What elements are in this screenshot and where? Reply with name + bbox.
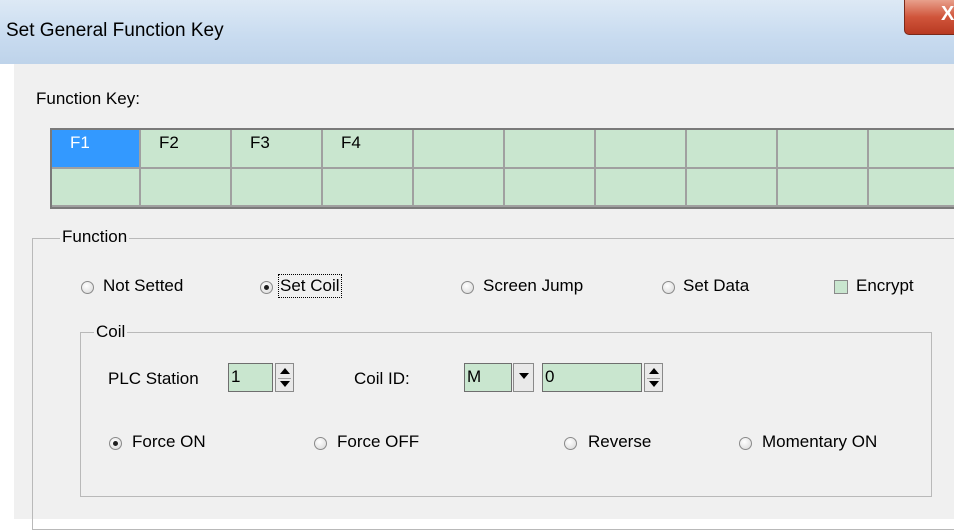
key-cell-empty[interactable]: [414, 168, 505, 207]
key-cell-f2[interactable]: F2: [141, 130, 232, 169]
window-title: Set General Function Key: [6, 20, 224, 41]
key-cell-f4[interactable]: F4: [323, 130, 414, 169]
key-cell-empty[interactable]: [141, 168, 232, 207]
key-cell-empty[interactable]: [505, 130, 596, 169]
radio-force-on[interactable]: [109, 437, 122, 450]
plc-station-input[interactable]: 1: [228, 363, 273, 392]
spin-up-icon: [649, 368, 659, 374]
key-cell-empty[interactable]: [869, 169, 954, 207]
key-cell-empty[interactable]: [52, 168, 141, 207]
spin-divider: [647, 377, 660, 379]
coil-type-select[interactable]: M: [464, 363, 512, 392]
function-key-grid: F1 F2 F3 F4: [50, 128, 954, 209]
coil-group-caption: Coil: [94, 322, 128, 342]
function-key-label: Function Key:: [36, 89, 140, 108]
key-cell-empty[interactable]: [778, 130, 869, 169]
key-cell-f1[interactable]: F1: [52, 130, 141, 169]
radio-not-setted[interactable]: [81, 281, 94, 294]
key-cell-empty[interactable]: [869, 130, 954, 169]
radio-selected-dot: [264, 285, 269, 290]
radio-force-off[interactable]: [314, 437, 327, 450]
key-cell-empty[interactable]: [687, 168, 778, 207]
coil-type-dropdown-button[interactable]: [513, 363, 534, 392]
plc-station-label: PLC Station: [108, 369, 199, 388]
key-cell-empty[interactable]: [596, 168, 687, 207]
radio-set-data[interactable]: [662, 281, 675, 294]
coil-number-spinner[interactable]: [644, 363, 663, 392]
coil-number-input[interactable]: 0: [542, 363, 642, 392]
radio-set-coil[interactable]: [260, 281, 273, 294]
radio-not-setted-label: Not Setted: [103, 276, 184, 295]
radio-screen-jump-label: Screen Jump: [483, 276, 584, 295]
key-cell-empty[interactable]: [596, 130, 687, 169]
title-bar: Set General Function Key X: [0, 0, 954, 64]
key-cell-empty[interactable]: [505, 168, 596, 207]
spin-divider: [278, 377, 291, 379]
key-cell-empty[interactable]: [687, 130, 778, 169]
dialog-body: Function Key: F1 F2 F3 F4 Function Not S…: [14, 64, 954, 530]
radio-set-coil-label: Set Coil: [278, 274, 342, 298]
coil-id-label: Coil ID:: [354, 369, 410, 388]
spin-down-icon: [280, 381, 290, 387]
encrypt-checkbox[interactable]: [834, 280, 848, 294]
function-group-caption: Function: [60, 227, 130, 247]
coil-group: [80, 332, 932, 497]
plc-station-spinner[interactable]: [275, 363, 294, 392]
radio-set-data-label: Set Data: [683, 276, 750, 295]
key-cell-empty[interactable]: [323, 168, 414, 207]
close-button[interactable]: X: [904, 0, 954, 35]
radio-momentary-on[interactable]: [739, 437, 752, 450]
radio-momentary-on-label: Momentary ON: [762, 432, 878, 451]
radio-selected-dot: [113, 441, 118, 446]
radio-reverse-label: Reverse: [588, 432, 652, 451]
radio-reverse[interactable]: [564, 437, 577, 450]
radio-screen-jump[interactable]: [461, 281, 474, 294]
key-cell-empty[interactable]: [414, 130, 505, 169]
radio-force-on-label: Force ON: [132, 432, 206, 451]
chevron-down-icon: [519, 373, 529, 379]
encrypt-label: Encrypt: [856, 276, 914, 295]
key-cell-empty[interactable]: [778, 168, 869, 207]
key-cell-f3[interactable]: F3: [232, 130, 323, 169]
close-icon: X: [941, 3, 954, 25]
key-cell-empty[interactable]: [232, 168, 323, 207]
spin-down-icon: [649, 381, 659, 387]
spin-up-icon: [280, 368, 290, 374]
radio-force-off-label: Force OFF: [337, 432, 420, 451]
